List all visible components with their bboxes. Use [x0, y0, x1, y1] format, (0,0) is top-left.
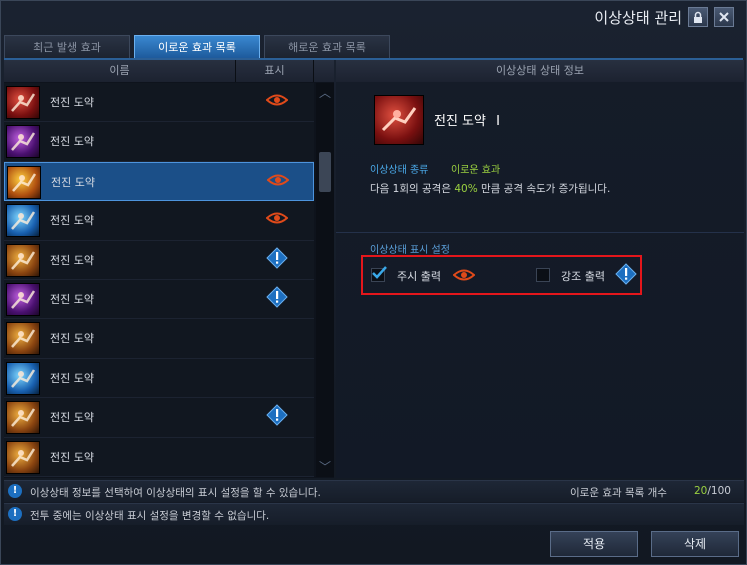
list-item[interactable]: 전진 도약 — [4, 279, 314, 320]
tab-harmful-effects[interactable]: 해로운 효과 목록 — [264, 35, 390, 59]
list-item[interactable]: 전진 도약 — [4, 122, 314, 162]
effect-list: 전진 도약 전진 도약 전진 도약 전진 도약 전진 도약 전진 도약 전진 도약 전진 도약… — [4, 83, 314, 477]
divider — [336, 232, 744, 233]
skill-icon — [374, 95, 424, 145]
effect-icon — [6, 204, 40, 238]
effect-name: 전진 도약 — [50, 292, 94, 306]
skill-name: 전진 도약 I — [434, 110, 500, 129]
list-item[interactable]: 전진 도약 — [4, 437, 314, 477]
list-item[interactable]: 전진 도약 — [4, 240, 314, 280]
hint-text-1: 이상상태 정보를 선택하여 이상상태의 표시 설정을 할 수 있습니다. — [30, 487, 321, 499]
effect-icon — [7, 165, 41, 199]
effect-name: 전진 도약 — [50, 135, 94, 149]
hint-row-2: ! 전투 중에는 이상상태 표시 설정을 변경할 수 없습니다. — [4, 503, 744, 525]
exclaim-icon — [615, 263, 637, 288]
emphasis-output-label[interactable]: 강조 출력 — [561, 268, 605, 284]
exclaim-icon — [266, 246, 288, 272]
eye-icon — [265, 211, 289, 228]
status-effect-window: 이상상태 관리 최근 발생 효과 이로운 효과 목록 해로운 효과 목록 이름 … — [0, 0, 747, 565]
list-scrollbar[interactable]: ︿ ﹀ — [316, 83, 334, 477]
apply-button[interactable]: 적용 — [550, 531, 638, 557]
column-header-spacer — [314, 60, 334, 82]
display-settings-highlight: 주시 출력 강조 출력 — [361, 255, 642, 295]
exclaim-icon — [266, 286, 288, 311]
effect-name: 전진 도약 — [50, 253, 94, 267]
category-value: 이로운 효과 — [451, 165, 501, 176]
list-item[interactable]: 전진 도약 — [4, 319, 314, 359]
close-icon — [719, 12, 729, 22]
list-item[interactable]: 전진 도약 — [4, 83, 314, 123]
category-label: 이상상태 종류 — [370, 165, 429, 176]
check-icon — [372, 266, 387, 279]
desc-text-1: 다음 1회의 공격은 — [370, 183, 455, 195]
close-button[interactable] — [714, 7, 734, 27]
skill-name-text: 전진 도약 — [434, 114, 486, 129]
eye-icon — [452, 268, 476, 285]
list-item[interactable]: 전진 도약 — [4, 398, 314, 438]
skill-level: I — [496, 114, 500, 129]
info-icon: ! — [8, 507, 22, 521]
list-item[interactable]: 전진 도약 — [4, 161, 314, 202]
eye-icon — [266, 173, 290, 190]
exclaim-icon — [266, 404, 288, 429]
effect-icon — [6, 86, 40, 119]
list-item[interactable]: 전진 도약 — [4, 358, 314, 399]
effect-icon — [6, 440, 40, 474]
effect-name: 전진 도약 — [50, 332, 94, 346]
effect-name: 전진 도약 — [51, 175, 95, 189]
scroll-up-icon[interactable]: ︿ — [316, 84, 334, 101]
column-header-display[interactable]: 표시 — [236, 60, 314, 82]
watch-output-checkbox[interactable] — [371, 266, 387, 282]
scroll-down-icon[interactable]: ﹀ — [316, 458, 334, 475]
effect-icon — [6, 125, 40, 159]
tab-recent-effects[interactable]: 최근 발생 효과 — [4, 35, 130, 59]
effect-list-panel: 이름 표시 전진 도약 전진 도약 전진 도약 전진 도약 전진 도약 전진 도약 전진 도… — [4, 60, 334, 478]
emphasis-output-checkbox[interactable] — [536, 268, 550, 282]
lock-icon — [694, 11, 702, 23]
effect-name: 전진 도약 — [50, 96, 94, 109]
effect-icon — [6, 243, 40, 277]
tab-beneficial-effects[interactable]: 이로운 효과 목록 — [134, 35, 260, 59]
info-header: 이상상태 상태 정보 — [336, 60, 744, 82]
watch-output-label[interactable]: 주시 출력 — [397, 268, 441, 284]
count-label: 이로운 효과 목록 개수 — [570, 487, 667, 499]
info-icon: ! — [8, 484, 22, 498]
eye-icon — [265, 93, 289, 110]
hint-text-2: 전투 중에는 이상상태 표시 설정을 변경할 수 없습니다. — [30, 510, 270, 522]
effect-icon — [6, 401, 40, 435]
column-header-name[interactable]: 이름 — [4, 60, 236, 82]
effect-icon — [6, 361, 40, 395]
window-title: 이상상태 관리 — [594, 9, 682, 27]
skill-description: 다음 1회의 공격은 40% 만큼 공격 속도가 증가됩니다. — [370, 181, 610, 196]
scroll-thumb[interactable] — [319, 152, 331, 192]
count-value: 20/100 — [694, 485, 731, 497]
effect-icon — [6, 322, 40, 356]
hint-row-1: ! 이상상태 정보를 선택하여 이상상태의 표시 설정을 할 수 있습니다. 이… — [4, 480, 744, 502]
effect-name: 전진 도약 — [50, 371, 94, 385]
effect-info-panel: 이상상태 상태 정보 전진 도약 I 이상상태 종류 이로운 효과 다음 1회의… — [336, 60, 744, 478]
effect-icon — [6, 282, 40, 316]
effect-name: 전진 도약 — [50, 450, 94, 464]
delete-button[interactable]: 삭제 — [651, 531, 739, 557]
display-settings-label: 이상상태 표시 설정 — [370, 245, 450, 256]
desc-text-2: 만큼 공격 속도가 증가됩니다. — [477, 183, 611, 195]
list-item[interactable]: 전진 도약 — [4, 201, 314, 241]
effect-name: 전진 도약 — [50, 411, 94, 425]
lock-button[interactable] — [688, 7, 708, 27]
count-current: 20 — [694, 485, 708, 497]
effect-name: 전진 도약 — [50, 214, 94, 228]
desc-highlight: 40% — [454, 183, 478, 195]
count-total: /100 — [707, 485, 731, 497]
